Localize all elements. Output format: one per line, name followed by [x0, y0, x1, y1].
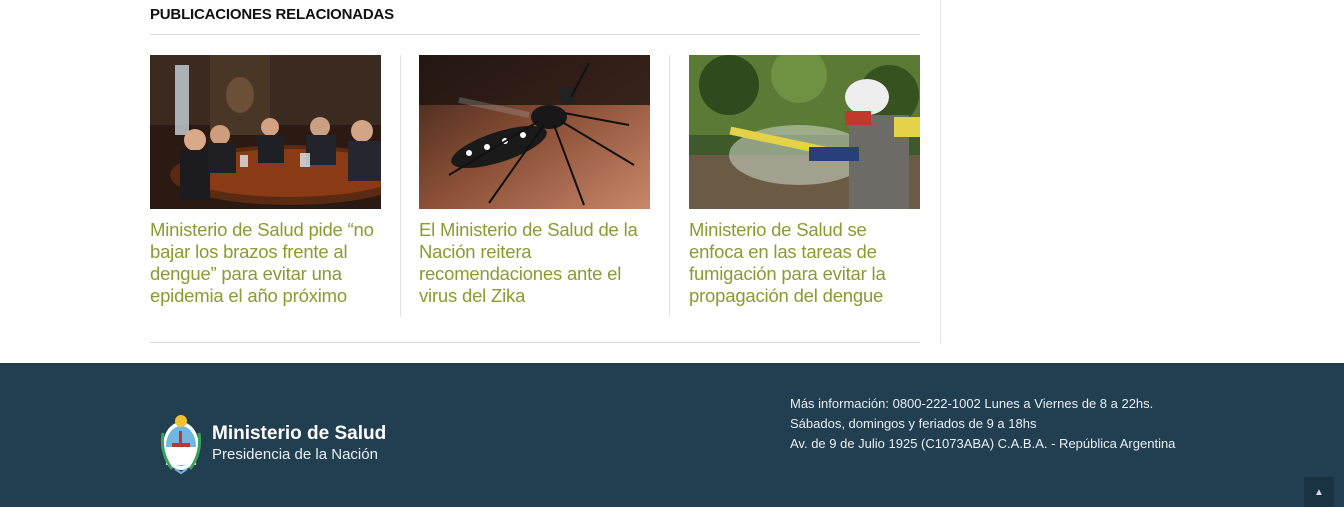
title-divider: [150, 34, 920, 35]
footer-info-line: Más información: 0800-222-1002 Lunes a V…: [790, 396, 1154, 411]
back-to-top-button[interactable]: ▲: [1304, 477, 1334, 507]
section-bottom-divider: [150, 342, 920, 343]
chevron-up-icon: ▲: [1314, 486, 1324, 498]
site-footer: Ministerio de Salud Presidencia de la Na…: [0, 363, 1344, 507]
footer-logo[interactable]: Ministerio de Salud Presidencia de la Na…: [160, 413, 386, 475]
sidebar-divider: [940, 0, 941, 343]
brand-name: Ministerio de Salud: [212, 423, 387, 444]
brand-text: Ministerio de Salud Presidencia de la Na…: [212, 423, 386, 465]
column-divider: [400, 55, 401, 317]
argentina-coat-of-arms-icon: [160, 415, 202, 475]
footer-contact-info: Más información: 0800-222-1002 Lunes a V…: [790, 394, 1175, 454]
footer-info-line: Av. de 9 de Julio 1925 (C1073ABA) C.A.B.…: [790, 436, 1176, 451]
meeting-photo[interactable]: [150, 55, 381, 209]
column-divider: [669, 55, 670, 317]
footer-info-line: Sábados, domingos y feriados de 9 a 18hs: [790, 416, 1037, 431]
mosquito-photo[interactable]: [419, 55, 650, 209]
publication-card[interactable]: El Ministerio de Salud de la Nación reit…: [419, 55, 650, 307]
publication-headline-link[interactable]: Ministerio de Salud se enfoca en las tar…: [689, 219, 920, 307]
publication-card[interactable]: Ministerio de Salud pide “no bajar los b…: [150, 55, 381, 307]
publication-card[interactable]: Ministerio de Salud se enfoca en las tar…: [689, 55, 920, 307]
related-publications: Ministerio de Salud pide “no bajar los b…: [150, 55, 920, 317]
brand-subtitle: Presidencia de la Nación: [212, 446, 378, 463]
publication-headline-link[interactable]: El Ministerio de Salud de la Nación reit…: [419, 219, 650, 307]
fumigation-photo[interactable]: [689, 55, 920, 209]
publication-headline-link[interactable]: Ministerio de Salud pide “no bajar los b…: [150, 219, 381, 307]
section-title: PUBLICACIONES RELACIONADAS: [150, 6, 394, 23]
